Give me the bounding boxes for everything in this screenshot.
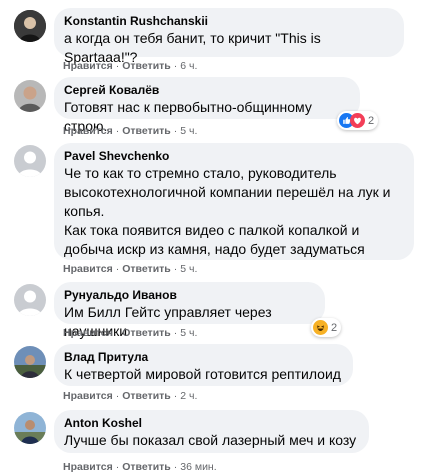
like-button[interactable]: Нравится [63, 390, 113, 402]
comment-author[interactable]: Pavel Shevchenko [64, 149, 404, 164]
reply-button[interactable]: Ответить [122, 125, 171, 137]
reply-button[interactable]: Ответить [122, 390, 171, 402]
like-button[interactable]: Нравится [63, 60, 113, 72]
comment-actions: Нравится · Ответить · 6 ч. [63, 60, 198, 72]
reaction-count: 2 [331, 321, 338, 334]
default-avatar-icon [14, 145, 46, 177]
comment-actions: Нравится · Ответить · 5 ч. [63, 125, 198, 137]
comment-bubble: Konstantin Rushchanskii а когда он тебя … [54, 8, 404, 65]
comment-author[interactable]: Рунуальдо Иванов [64, 288, 315, 303]
comment-text: К четвертой мировой готовится рептилоид [64, 366, 341, 382]
comment-author[interactable]: Konstantin Rushchanskii [64, 14, 394, 29]
haha-reaction-icon [313, 320, 328, 335]
reply-button[interactable]: Ответить [122, 327, 171, 339]
comment-bubble: Влад Притула К четвертой мировой готовит… [54, 344, 353, 386]
comment-text: Че то как то стремно стало, руководитель… [64, 165, 391, 257]
user-photo-icon [14, 80, 46, 112]
avatar[interactable] [14, 80, 46, 112]
like-button[interactable]: Нравится [63, 125, 113, 137]
avatar[interactable] [14, 412, 46, 444]
comment-time[interactable]: 5 ч. [180, 125, 197, 137]
comment-bubble: Сергей Ковалёв Готовят нас к первобытно-… [54, 77, 360, 134]
comment-author[interactable]: Сергей Ковалёв [64, 83, 350, 98]
comment-author[interactable]: Влад Притула [64, 350, 343, 365]
reaction-summary[interactable]: 2 [337, 111, 379, 130]
reaction-summary[interactable]: 2 [311, 318, 342, 337]
comment-time[interactable]: 5 ч. [180, 263, 197, 275]
avatar[interactable] [14, 284, 46, 316]
reaction-count: 2 [368, 114, 375, 127]
avatar[interactable] [14, 145, 46, 177]
comment-time[interactable]: 2 ч. [180, 390, 197, 402]
comment-actions: Нравится · Ответить · 2 ч. [63, 390, 198, 402]
reply-button[interactable]: Ответить [122, 263, 171, 275]
avatar[interactable] [14, 10, 46, 42]
like-button[interactable]: Нравится [63, 461, 113, 473]
comment-bubble: Pavel Shevchenko Че то как то стремно ст… [54, 143, 414, 260]
comment-time[interactable]: 5 ч. [180, 327, 197, 339]
user-photo-icon [14, 10, 46, 42]
comment-author[interactable]: Anton Koshel [64, 416, 359, 431]
comment-actions: Нравится · Ответить · 5 ч. [63, 327, 198, 339]
comment-text: Лучше бы показал свой лазерный меч и коз… [64, 432, 357, 448]
like-button[interactable]: Нравится [63, 327, 113, 339]
comment-bubble: Anton Koshel Лучше бы показал свой лазер… [54, 410, 369, 453]
comment-actions: Нравится · Ответить · 36 мин. [63, 461, 217, 473]
user-photo-icon [14, 346, 46, 378]
like-button[interactable]: Нравится [63, 263, 113, 275]
love-reaction-icon [350, 113, 365, 128]
default-avatar-icon [14, 284, 46, 316]
comment-time[interactable]: 6 ч. [180, 60, 197, 72]
reply-button[interactable]: Ответить [122, 461, 171, 473]
avatar[interactable] [14, 346, 46, 378]
reply-button[interactable]: Ответить [122, 60, 171, 72]
user-photo-icon [14, 412, 46, 444]
comment-bubble: Рунуальдо Иванов Им Билл Гейтс управляет… [54, 282, 325, 339]
comment-time[interactable]: 36 мин. [180, 461, 216, 473]
comment-actions: Нравится · Ответить · 5 ч. [63, 263, 198, 275]
